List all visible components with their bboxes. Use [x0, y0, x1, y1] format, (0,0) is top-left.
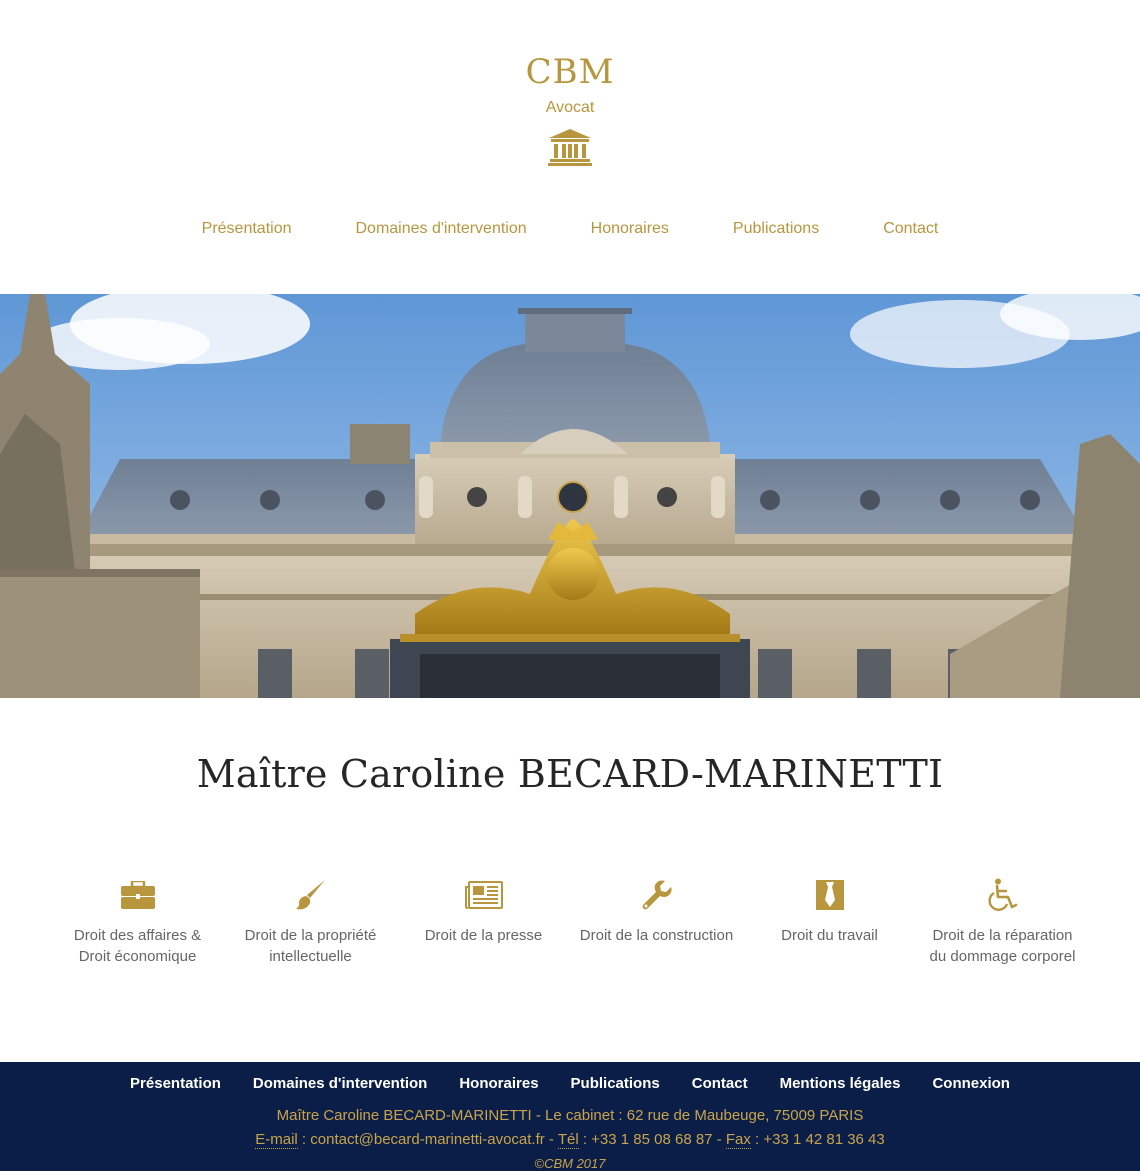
nav-contact[interactable]: Contact [883, 220, 938, 238]
email-value: : contact@becard-marinetti-avocat.fr - [297, 1131, 558, 1148]
domain-label: Droit de la réparation du dommage corpor… [929, 927, 1076, 965]
domain-label: Droit des affaires & Droit économique [73, 927, 202, 965]
tel-value: : +33 1 85 08 68 87 - [578, 1131, 726, 1148]
footer-nav-mentions-legales[interactable]: Mentions légales [780, 1075, 901, 1092]
fax-link-label[interactable]: Fax [725, 1131, 751, 1149]
main-nav: Présentation Domaines d'intervention Hon… [0, 220, 1140, 238]
domain-item-dommage-corporel[interactable]: Droit de la réparation du dommage corpor… [916, 876, 1089, 967]
domains-grid: Droit des affaires & Droit économique Dr… [51, 876, 1089, 967]
footer-nav-domaines[interactable]: Domaines d'intervention [253, 1075, 427, 1092]
footer-nav-honoraires[interactable]: Honoraires [459, 1075, 538, 1092]
domain-label: Droit de la construction [579, 927, 734, 944]
domain-label: Droit de la propriété intellectuelle [244, 927, 377, 965]
footer-nav-connexion[interactable]: Connexion [932, 1075, 1010, 1092]
domain-label: Droit du travail [781, 927, 878, 944]
site-logo[interactable]: CBM Avocat [0, 52, 1140, 166]
footer-address: Maître Caroline BECARD-MARINETTI - Le ca… [276, 1107, 864, 1124]
domain-item-affaires[interactable]: Droit des affaires & Droit économique [51, 876, 224, 967]
domain-item-travail[interactable]: Droit du travail [743, 876, 916, 967]
footer-nav-presentation[interactable]: Présentation [130, 1075, 221, 1092]
wrench-icon [642, 880, 672, 910]
hero-image [0, 294, 1140, 698]
domain-item-propriete[interactable]: Droit de la propriété intellectuelle [224, 876, 397, 967]
nav-domaines[interactable]: Domaines d'intervention [356, 220, 527, 238]
wheelchair-icon [987, 878, 1017, 911]
brand-name: CBM [525, 52, 615, 92]
nav-publications[interactable]: Publications [733, 220, 819, 238]
site-footer: Présentation Domaines d'intervention Hon… [0, 1062, 1140, 1171]
briefcase-icon [120, 881, 155, 909]
domain-item-construction[interactable]: Droit de la construction [570, 876, 743, 967]
paintbrush-icon [295, 880, 325, 910]
domain-label: Droit de la presse [424, 927, 543, 944]
footer-nav-contact[interactable]: Contact [692, 1075, 748, 1092]
page-title: Maître Caroline BECARD-MARINETTI [196, 752, 944, 796]
footer-contact-line: E-mail : contact@becard-marinetti-avocat… [0, 1131, 1140, 1149]
newspaper-icon [464, 881, 503, 909]
brand-subtitle: Avocat [545, 99, 595, 116]
domain-item-presse[interactable]: Droit de la presse [397, 876, 570, 967]
nav-honoraires[interactable]: Honoraires [591, 220, 669, 238]
tie-icon [815, 880, 844, 910]
footer-copyright: ©CBM 2017 [534, 1156, 606, 1171]
palais-de-justice-photo [0, 294, 1140, 698]
footer-nav: Présentation Domaines d'intervention Hon… [0, 1075, 1140, 1092]
tel-link-label[interactable]: Tél [557, 1131, 579, 1149]
courthouse-icon [548, 129, 592, 166]
fax-value: : +33 1 42 81 36 43 [750, 1131, 885, 1148]
email-link-label[interactable]: E-mail [255, 1131, 298, 1149]
nav-presentation[interactable]: Présentation [202, 220, 292, 238]
footer-nav-publications[interactable]: Publications [571, 1075, 660, 1092]
